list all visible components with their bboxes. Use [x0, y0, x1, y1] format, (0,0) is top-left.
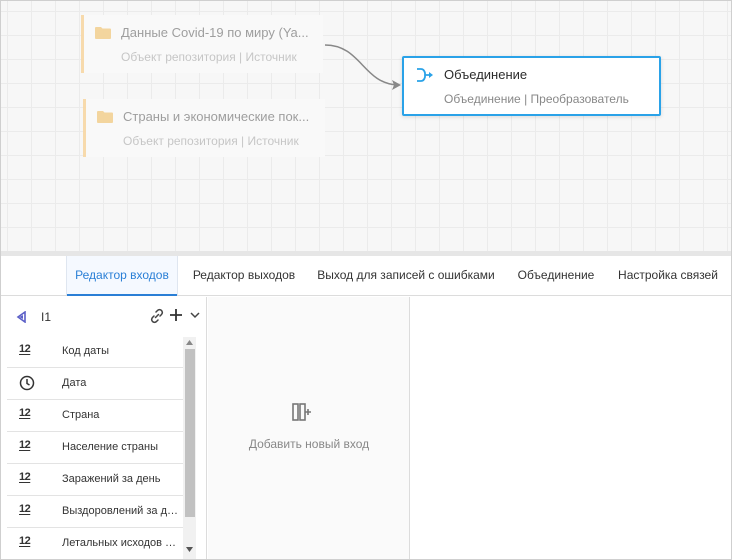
- node-subtitle: Объект репозитория | Источник: [123, 134, 299, 148]
- scroll-down-icon[interactable]: [186, 547, 193, 552]
- field-name: Код даты: [62, 345, 109, 357]
- source-node-covid[interactable]: Данные Covid-19 по миру (Ya... Объект ре…: [81, 15, 323, 73]
- input-panel: I1 12 Код даты Дата 12 Страна 12 Населен…: [1, 297, 207, 559]
- editor-tabs: Редактор входов Редактор выходов Выход д…: [1, 256, 731, 296]
- list-item[interactable]: Дата: [7, 368, 183, 400]
- node-subtitle: Объект репозитория | Источник: [121, 50, 297, 64]
- add-input-button[interactable]: Добавить новый вход: [208, 403, 410, 463]
- link-icon[interactable]: [149, 308, 165, 324]
- node-title: Объединение: [444, 67, 528, 82]
- list-item[interactable]: 12 Население страны: [7, 432, 183, 464]
- list-item[interactable]: 12 Страна: [7, 400, 183, 432]
- field-name: Население страны: [62, 441, 158, 453]
- source-node-countries[interactable]: Страны и экономические пок... Объект реп…: [83, 99, 325, 157]
- field-name: Заражений за день: [62, 473, 161, 485]
- node-subtitle: Объединение | Преобразователь: [444, 92, 629, 106]
- number-type-icon: 12: [19, 439, 31, 451]
- input-name: I1: [41, 310, 52, 324]
- list-item[interactable]: 12 Код даты: [7, 336, 183, 368]
- tab-output-editor[interactable]: Редактор выходов: [185, 256, 303, 295]
- scrollbar[interactable]: [183, 337, 196, 559]
- clock-icon: [19, 375, 35, 391]
- field-list: 12 Код даты Дата 12 Страна 12 Население …: [7, 336, 183, 559]
- number-type-icon: 12: [19, 535, 31, 547]
- field-name: Летальных исходов за ...: [62, 537, 180, 549]
- input-header: I1: [1, 297, 206, 335]
- tab-link-settings[interactable]: Настройка связей: [613, 256, 723, 295]
- number-type-icon: 12: [19, 503, 31, 515]
- chevron-down-icon[interactable]: [190, 312, 200, 319]
- scroll-thumb[interactable]: [185, 349, 195, 517]
- field-name: Выздоровлений за день: [62, 505, 180, 517]
- number-type-icon: 12: [19, 471, 31, 483]
- add-input-icon: [292, 403, 311, 421]
- tab-input-editor[interactable]: Редактор входов: [66, 256, 178, 296]
- add-icon[interactable]: [169, 308, 183, 322]
- list-item[interactable]: 12 Заражений за день: [7, 464, 183, 496]
- list-item[interactable]: 12 Летальных исходов за ...: [7, 528, 183, 559]
- add-input-panel: Добавить новый вход: [208, 297, 410, 559]
- folder-icon: [95, 27, 111, 39]
- details-panel: [411, 297, 731, 559]
- scroll-up-icon[interactable]: [186, 340, 193, 345]
- join-node[interactable]: Объединение Объединение | Преобразовател…: [402, 56, 661, 116]
- list-item[interactable]: 12 Выздоровлений за день: [7, 496, 183, 528]
- tab-join[interactable]: Объединение: [508, 256, 604, 295]
- number-type-icon: 12: [19, 343, 31, 355]
- add-input-label: Добавить новый вход: [248, 437, 370, 451]
- node-title: Страны и экономические пок...: [123, 109, 310, 124]
- collapse-icon[interactable]: [16, 311, 26, 323]
- number-type-icon: 12: [19, 407, 31, 419]
- tab-error-output[interactable]: Выход для записей с ошибками: [313, 256, 499, 295]
- flow-canvas[interactable]: Данные Covid-19 по миру (Ya... Объект ре…: [1, 1, 731, 251]
- join-icon: [417, 68, 433, 82]
- field-name: Страна: [62, 409, 100, 421]
- folder-icon: [97, 111, 113, 123]
- field-name: Дата: [62, 377, 87, 389]
- node-title: Данные Covid-19 по миру (Ya...: [121, 25, 309, 40]
